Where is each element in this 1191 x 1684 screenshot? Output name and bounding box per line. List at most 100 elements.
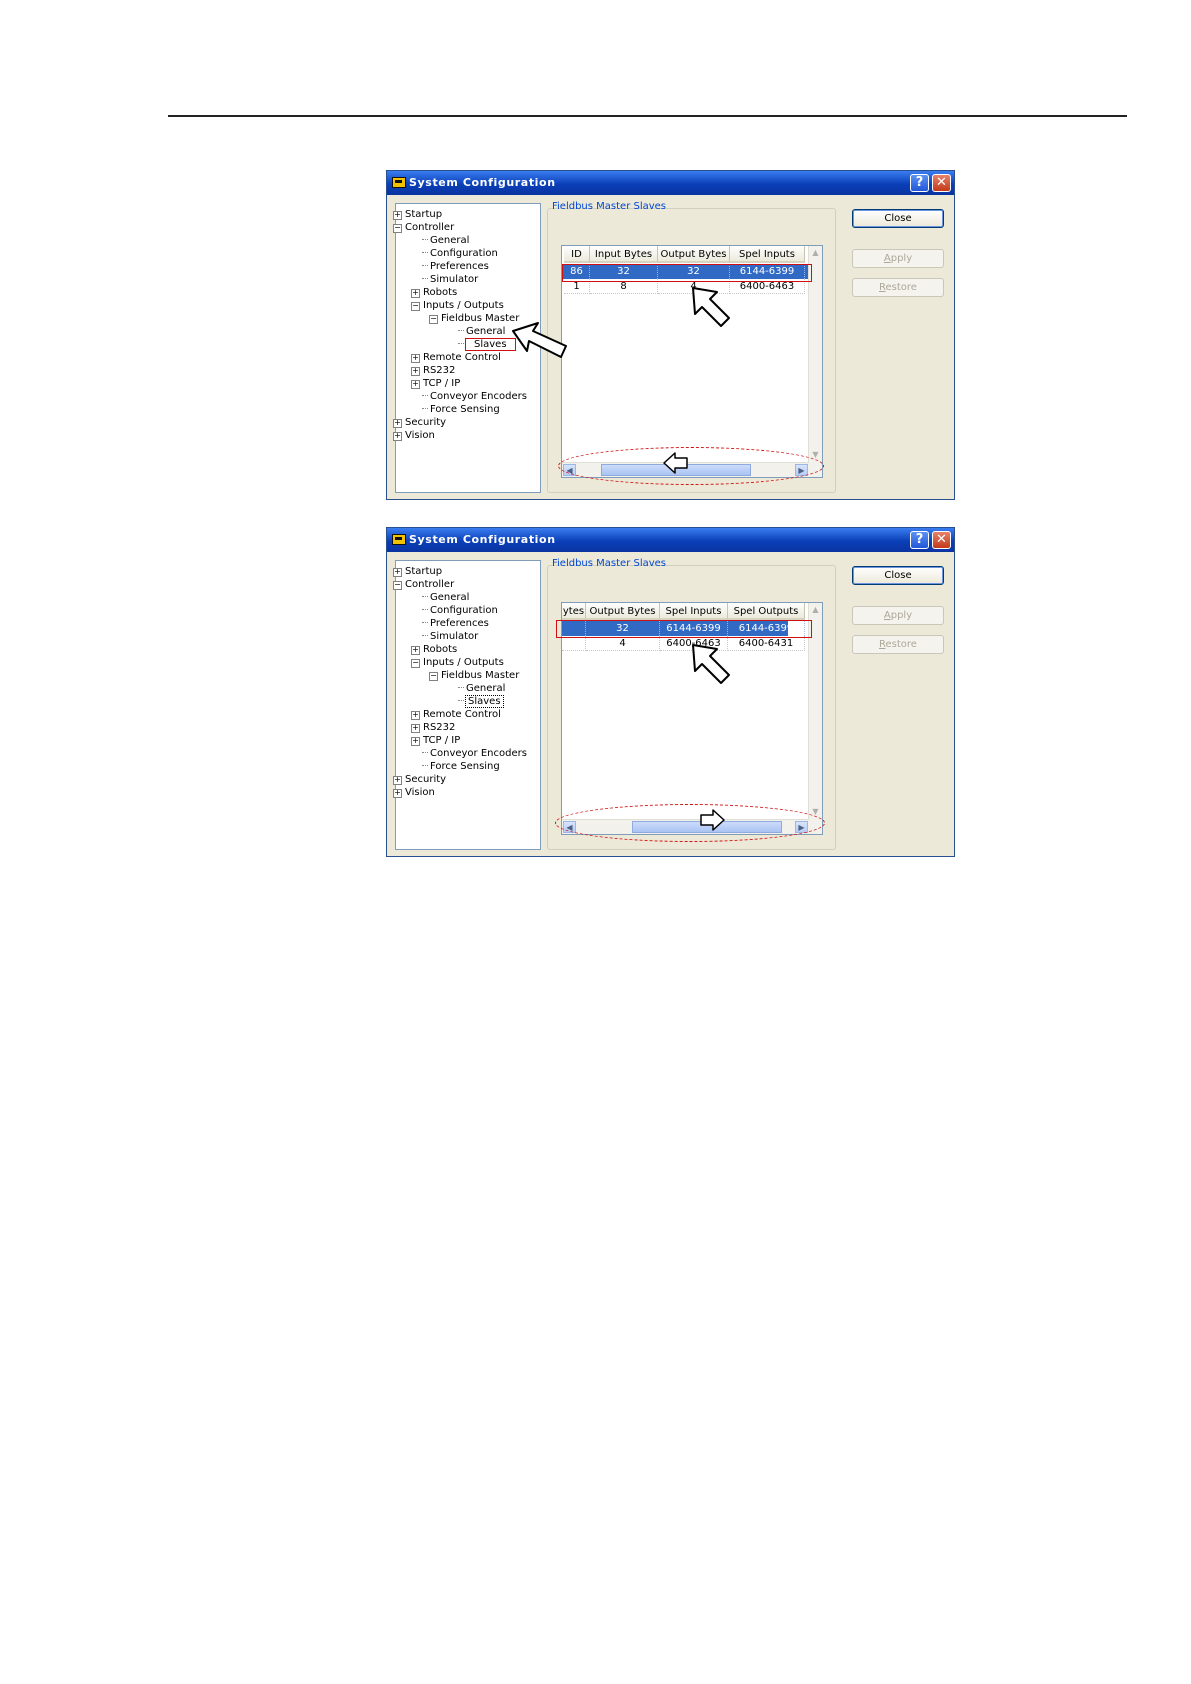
tree-item[interactable]: − Fieldbus Master (429, 312, 519, 325)
tree-item[interactable]: − Controller (393, 221, 454, 234)
tree-item[interactable]: + Startup (393, 565, 442, 578)
tree-item[interactable]: Conveyor Encoders (422, 747, 527, 760)
expand-icon[interactable]: + (393, 776, 402, 785)
close-button[interactable]: Close (852, 566, 944, 585)
expand-icon[interactable]: + (393, 211, 402, 220)
tree-item-label: Security (405, 774, 447, 785)
scroll-up-icon[interactable]: ▲ (809, 246, 822, 260)
table-cell[interactable]: 4 (586, 636, 660, 651)
expand-icon[interactable]: + (411, 289, 420, 298)
tree-item[interactable]: + Remote Control (411, 708, 501, 721)
help-button[interactable]: ? (910, 531, 929, 549)
tree-item-label: Slaves (465, 695, 504, 708)
expand-icon[interactable]: + (393, 432, 402, 441)
restore-button[interactable]: Restore (852, 278, 944, 297)
tree-item[interactable]: + Security (393, 416, 446, 429)
tree-item[interactable]: + Robots (411, 643, 457, 656)
close-button[interactable]: Close (852, 209, 944, 228)
expand-icon[interactable]: + (393, 789, 402, 798)
apply-button[interactable]: Apply (852, 249, 944, 268)
expand-icon[interactable]: + (411, 380, 420, 389)
tree-item[interactable]: − Inputs / Outputs (411, 656, 504, 669)
tree-item[interactable]: + Robots (411, 286, 457, 299)
tree-item[interactable]: + Startup (393, 208, 442, 221)
expand-icon[interactable]: + (411, 367, 420, 376)
scrollbar-highlight (555, 804, 825, 842)
collapse-icon[interactable]: − (411, 302, 420, 311)
tree-item[interactable]: + Security (393, 773, 446, 786)
tree-item[interactable]: Configuration (422, 604, 498, 617)
tree-item[interactable]: Simulator (422, 273, 478, 286)
expand-icon[interactable]: + (411, 737, 420, 746)
title-bar[interactable]: System Configuration ? ✕ (387, 171, 954, 195)
expand-icon[interactable]: + (411, 711, 420, 720)
expand-icon[interactable]: + (411, 724, 420, 733)
tree-item-label: RS232 (423, 365, 456, 376)
tree-item[interactable]: Conveyor Encoders (422, 390, 527, 403)
tree-item-label: Configuration (430, 605, 498, 616)
tree-item[interactable]: Force Sensing (422, 403, 500, 416)
tree-item[interactable]: + RS232 (411, 364, 455, 377)
expand-icon[interactable]: + (393, 568, 402, 577)
window-close-button[interactable]: ✕ (932, 531, 951, 549)
expand-icon[interactable]: + (393, 419, 402, 428)
table-cell[interactable]: 6400-6431 (728, 636, 805, 651)
tree-item[interactable]: General (458, 682, 505, 695)
tree-item-label: Vision (405, 430, 435, 441)
tree-item-label: Preferences (430, 261, 489, 272)
tree-item[interactable]: Force Sensing (422, 760, 500, 773)
tree-item[interactable]: + Vision (393, 786, 435, 799)
restore-button[interactable]: Restore (852, 635, 944, 654)
title-bar[interactable]: System Configuration ? ✕ (387, 528, 954, 552)
collapse-icon[interactable]: − (429, 672, 438, 681)
expand-icon[interactable]: + (411, 646, 420, 655)
tree-item[interactable]: Configuration (422, 247, 498, 260)
tree-item[interactable]: General (458, 325, 505, 338)
tree-item[interactable]: Slaves (458, 695, 504, 708)
collapse-icon[interactable]: − (429, 315, 438, 324)
tree-item[interactable]: − Inputs / Outputs (411, 299, 504, 312)
expand-icon[interactable]: + (411, 354, 420, 363)
tree-item[interactable]: + Remote Control (411, 351, 501, 364)
help-button[interactable]: ? (910, 174, 929, 192)
tree-item[interactable]: Preferences (422, 617, 489, 630)
collapse-icon[interactable]: − (393, 581, 402, 590)
tree-item[interactable]: Slaves (458, 338, 516, 351)
table-cell[interactable] (562, 636, 586, 651)
window-close-button[interactable]: ✕ (932, 174, 951, 192)
tree-item[interactable]: General (422, 591, 469, 604)
column-header[interactable]: Output Bytes (586, 603, 660, 620)
column-header[interactable]: ID (564, 246, 590, 263)
tree-item[interactable]: + TCP / IP (411, 734, 460, 747)
pointer-arrow-icon (692, 287, 730, 327)
tree-item[interactable]: Preferences (422, 260, 489, 273)
column-header[interactable]: Input Bytes (590, 246, 658, 263)
tree-connector (422, 239, 428, 240)
collapse-icon[interactable]: − (393, 224, 402, 233)
tree-item[interactable]: Simulator (422, 630, 478, 643)
tree-item-label: Simulator (430, 274, 479, 285)
tree-connector (422, 408, 428, 409)
tree-item[interactable]: General (422, 234, 469, 247)
tree-connector (422, 252, 428, 253)
tree-item[interactable]: − Fieldbus Master (429, 669, 519, 682)
tree-item[interactable]: − Controller (393, 578, 454, 591)
tree-item[interactable]: + Vision (393, 429, 435, 442)
tree-item-label: General (430, 592, 470, 603)
tree-item-label: Force Sensing (430, 761, 500, 772)
scroll-up-icon[interactable]: ▲ (809, 603, 822, 617)
collapse-icon[interactable]: − (411, 659, 420, 668)
column-header[interactable]: Spel Inputs (660, 603, 728, 620)
tree-connector (422, 265, 428, 266)
tree-item-label: TCP / IP (423, 735, 461, 746)
column-header[interactable]: Spel Outputs (728, 603, 805, 620)
tree-item-label: Fieldbus Master (441, 313, 520, 324)
config-tree[interactable]: + Startup − Controller General Configuration P… (393, 560, 541, 850)
tree-item[interactable]: + TCP / IP (411, 377, 460, 390)
column-header[interactable]: Spel Inputs (730, 246, 805, 263)
tree-item[interactable]: + RS232 (411, 721, 455, 734)
apply-button[interactable]: Apply (852, 606, 944, 625)
scroll-left-arrow-icon (663, 452, 688, 474)
column-header[interactable]: Output Bytes (658, 246, 730, 263)
column-header[interactable]: ytes (562, 603, 586, 620)
